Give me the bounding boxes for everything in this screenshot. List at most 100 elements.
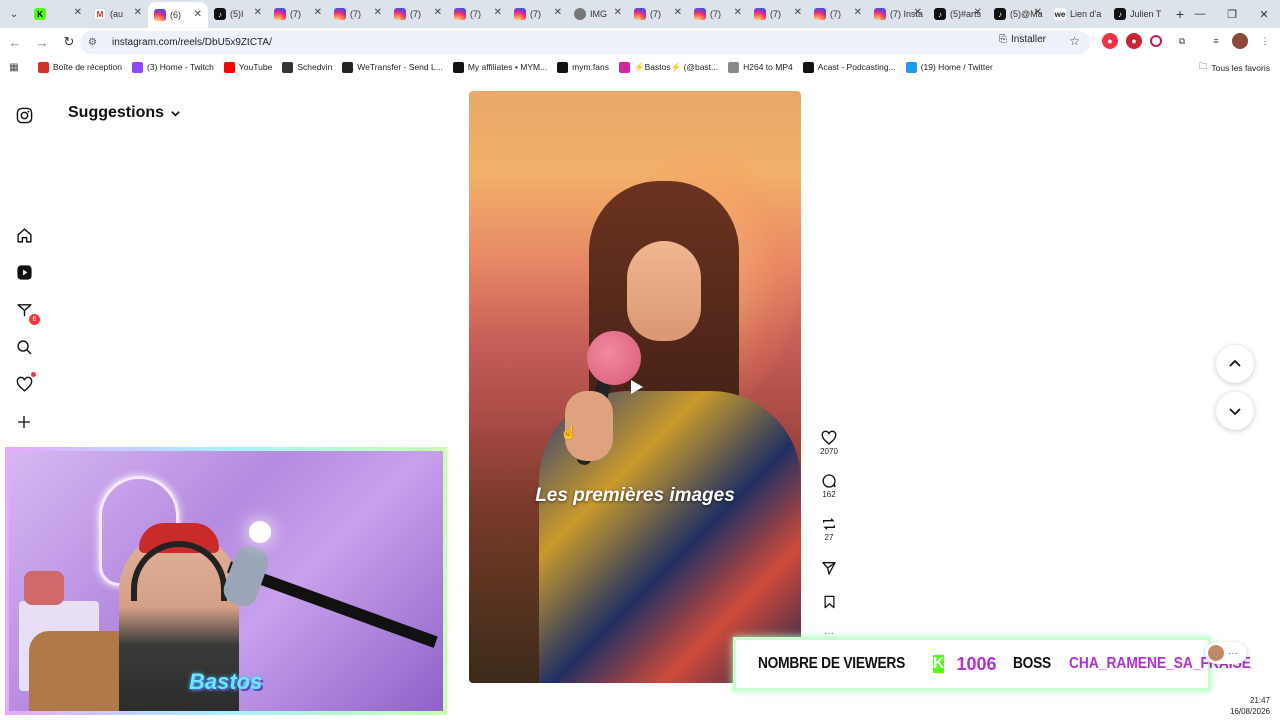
bookmark-item[interactable]: Acast - Podcasting... [802,61,896,73]
bookmarks-bar: ▦ Boîte de réception (3) Home - Twitch You… [0,56,1280,78]
tab-search-chevron-icon[interactable]: ⌄ [0,0,28,28]
close-tab-icon[interactable]: ✕ [494,7,502,18]
browser-tab[interactable]: (6) ✕ [148,2,208,28]
bookmark-item[interactable]: mym.fans [557,61,609,73]
install-app-button[interactable]: ⎘ Installer [999,34,1046,45]
apps-grid-icon[interactable]: ▦ [0,62,28,73]
bookmark-item[interactable]: Schedvin [282,61,332,73]
browser-tab[interactable]: IMG ✕ [568,0,628,28]
search-icon[interactable] [14,337,34,357]
bookmark-item[interactable]: Boîte de réception [38,61,122,73]
next-reel-button[interactable] [1216,392,1254,430]
close-tab-icon[interactable]: ✕ [914,7,922,18]
forward-icon[interactable]: → [30,30,54,54]
messages-icon[interactable]: 6 [14,300,40,325]
close-tab-icon[interactable]: ✕ [854,7,862,18]
bookmark-item[interactable]: WeTransfer - Send L... [342,61,443,73]
bookmark-item[interactable]: ⚡Bastos⚡ (@bast... [619,61,719,73]
bookmark-item[interactable]: H264 to MP4 [728,61,793,73]
close-tab-icon[interactable]: ✕ [674,7,682,18]
browser-tab[interactable]: (7) ✕ [388,0,448,28]
close-tab-icon[interactable]: ✕ [74,7,82,18]
create-plus-icon[interactable] [14,412,34,432]
bookmark-favicon-icon [452,61,464,73]
instagram-icon [694,8,706,20]
profile-avatar[interactable] [1232,33,1248,49]
notifications-heart-icon[interactable] [14,372,36,394]
bookmark-favicon-icon [342,61,354,73]
close-tab-icon[interactable]: ✕ [254,7,262,18]
comment-action[interactable]: 162 [816,473,842,499]
browser-tab[interactable]: (7) ✕ [808,0,868,28]
tiktok-icon: ♪ [994,8,1006,20]
all-bookmarks-folder[interactable]: 🗀 Tous les favoris [1199,61,1270,75]
site-info-icon[interactable]: ⚙ [88,37,102,48]
share-action[interactable] [816,560,842,576]
media-controls-icon[interactable]: ≡ [1208,33,1224,49]
browser-tab[interactable]: (7) ✕ [448,0,508,28]
close-window-icon[interactable]: ✕ [1248,0,1280,28]
minimize-icon[interactable]: — [1184,0,1216,28]
browser-tab[interactable]: we Lien d'a [1048,0,1108,28]
extensions-puzzle-icon[interactable]: ⧉ [1174,33,1190,49]
reels-icon[interactable] [14,262,34,282]
tiktok-icon: ♪ [934,8,946,20]
bookmark-item[interactable]: YouTube [223,61,272,73]
home-icon[interactable] [14,225,34,245]
close-tab-icon[interactable]: ✕ [974,7,982,18]
browser-tab[interactable]: ♪ Julien T [1108,0,1168,28]
browser-tab[interactable]: K ✕ [28,0,88,28]
browser-tab[interactable]: (7) ✕ [688,0,748,28]
instagram-logo-icon[interactable] [14,105,34,125]
close-tab-icon[interactable]: ✕ [434,7,442,18]
close-tab-icon[interactable]: ✕ [194,9,202,20]
bookmark-item[interactable]: (3) Home - Twitch [132,61,214,73]
browser-tab[interactable]: (7) Insta ✕ [868,0,928,28]
bookmark-item[interactable]: (19) Home / Twitter [905,61,993,73]
play-icon[interactable] [626,377,646,397]
kick-icon: K [34,8,46,20]
browser-tab[interactable]: ♪ (5)@Ma ✕ [988,0,1048,28]
browser-tab[interactable]: ♪ (5)#arts ✕ [928,0,988,28]
like-action[interactable]: 2070 [816,430,842,456]
suggestions-dropdown[interactable]: Suggestions [68,104,181,122]
instagram-icon [334,8,346,20]
close-tab-icon[interactable]: ✕ [554,7,562,18]
close-tab-icon[interactable]: ✕ [794,7,802,18]
back-icon[interactable]: ← [3,30,27,54]
repost-action[interactable]: 27 [816,516,842,542]
browser-tab[interactable]: ♪ (5)I ✕ [208,0,268,28]
close-tab-icon[interactable]: ✕ [314,7,322,18]
close-tab-icon[interactable]: ✕ [1034,7,1042,18]
bookmark-label: ⚡Bastos⚡ (@bast... [634,61,719,72]
browser-tab[interactable]: (7) ✕ [628,0,688,28]
browser-tab[interactable]: (7) ✕ [748,0,808,28]
restore-icon[interactable]: ❐ [1216,0,1248,28]
browser-tab[interactable]: M (au ✕ [88,0,148,28]
reel-video[interactable]: Les premières images [469,91,801,683]
close-tab-icon[interactable]: ✕ [374,7,382,18]
close-tab-icon[interactable]: ✕ [734,7,742,18]
chevron-down-icon [171,110,180,117]
browser-tab[interactable]: (7) ✕ [328,0,388,28]
close-tab-icon[interactable]: ✕ [614,7,622,18]
address-bar[interactable]: ⚙ instagram.com/reels/DbU5x9ZtCTA/ ⎘ Ins… [80,31,1090,54]
tab-label: (7) [530,9,541,19]
install-icon: ⎘ [998,34,1007,45]
block-extension-icon[interactable] [1150,35,1162,47]
bookmark-item[interactable]: My affiliates • MYM... [452,61,547,73]
extension-icon-1[interactable]: ● [1102,33,1118,49]
close-tab-icon[interactable]: ✕ [134,7,142,18]
messages-pill[interactable]: ··· [1205,642,1247,664]
avatar [1208,645,1224,661]
comment-count: 162 [822,490,836,499]
browser-tab[interactable]: (7) ✕ [268,0,328,28]
save-action[interactable] [816,594,842,610]
extension-icon-2[interactable]: ● [1126,33,1142,49]
browser-tab[interactable]: (7) ✕ [508,0,568,28]
reload-icon[interactable]: ↻ [57,30,81,54]
like-count: 2070 [820,447,838,456]
previous-reel-button[interactable] [1216,345,1254,383]
bookmark-star-icon[interactable]: ☆ [1069,34,1080,48]
browser-menu-icon[interactable]: ⋮ [1257,33,1273,49]
